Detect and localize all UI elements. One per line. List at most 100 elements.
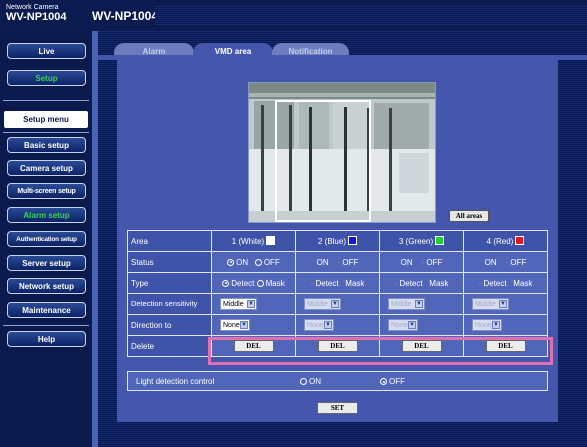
row-label-type: Type [127, 272, 212, 294]
row-label-delete: Delete [127, 335, 212, 357]
area-header-4: 4 (Red) [463, 230, 548, 252]
all-areas-button[interactable]: All areas [449, 210, 489, 222]
type-area-1: Detect Mask [211, 272, 296, 294]
area-3-color-swatch [435, 236, 445, 245]
type-detect-label: Detect [231, 278, 255, 288]
direction-area-4: None ▼ [463, 314, 548, 336]
status-off-label: · [421, 257, 425, 267]
direction-area-2: None ▼ [295, 314, 380, 336]
sensitivity-area-1: Middle ▼ [211, 293, 296, 315]
live-button[interactable]: Live [7, 43, 86, 59]
type-1-detect-radio[interactable] [222, 279, 230, 287]
sidebar-item-authentication-setup[interactable]: Authentication setup [7, 231, 86, 247]
light-on-label: ON [309, 377, 321, 386]
sidebar-item-camera-setup[interactable]: Camera setup [7, 160, 86, 176]
status-off-label: OFF [426, 257, 443, 267]
table-row-direction: Direction to None ▼ None ▼ None ▼ None ▼ [127, 314, 548, 336]
status-off-label: · [337, 257, 341, 267]
direction-1-select[interactable]: None ▼ [220, 319, 250, 331]
sidebar-item-basic-setup[interactable]: Basic setup [7, 137, 86, 153]
page-title: WV-NP1004 [92, 9, 159, 23]
type-detect-label: Detect [399, 278, 423, 288]
sensitivity-1-select[interactable]: Middle ▼ [220, 298, 257, 310]
direction-value: None [391, 321, 408, 329]
type-area-2: · Detect Mask [295, 272, 380, 294]
direction-3-select: None ▼ [388, 319, 418, 331]
direction-value: None [475, 321, 492, 329]
sidebar-item-maintenance[interactable]: Maintenance [7, 302, 86, 318]
light-off-option[interactable]: OFF [380, 377, 405, 386]
header-decoration [155, 6, 587, 26]
sensitivity-area-3: Middle ▼ [379, 293, 464, 315]
app-root: Network Camera WV-NP1004 WV-NP1004 Live … [0, 0, 587, 447]
sensitivity-area-2: Middle ▼ [295, 293, 380, 315]
status-on-label: ON [484, 257, 497, 267]
table-row-area: Area 1 (White) 2 (Blue) 3 (Green) 4 (Red… [127, 230, 548, 252]
direction-4-select: None ▼ [472, 319, 502, 331]
area-4-label: 4 (Red) [486, 237, 514, 246]
light-detection-row: Light detection control ON OFF [127, 371, 548, 391]
direction-value: None [307, 321, 324, 329]
area-4-color-swatch [515, 236, 525, 245]
area-1-label: 1 (White) [231, 237, 265, 246]
row-label-direction: Direction to [127, 314, 212, 336]
type-mask-label: Mask [513, 278, 533, 288]
type-detect-label: Detect [315, 278, 339, 288]
status-area-3: ON · OFF [379, 251, 464, 273]
sidebar-item-multi-screen-setup[interactable]: Multi-screen setup [7, 183, 86, 199]
vmd-area-1-box[interactable] [275, 100, 371, 222]
area-2-color-swatch [348, 236, 357, 245]
divider [3, 325, 89, 326]
status-off-label: · [505, 257, 509, 267]
status-1-off-radio[interactable] [254, 258, 262, 266]
chevron-down-icon: ▼ [331, 300, 339, 308]
type-mask-label: Mask [265, 278, 285, 288]
light-on-radio[interactable] [300, 378, 307, 385]
type-area-3: · Detect Mask [379, 272, 464, 294]
sensitivity-value: Middle [307, 300, 328, 308]
direction-area-1: None ▼ [211, 314, 296, 336]
status-off-label: OFF [342, 257, 359, 267]
product-logo-model: WV-NP1004 [6, 11, 67, 23]
type-detect-label: Detect [483, 278, 507, 288]
table-row-sensitivity: Detection sensitivity Middle ▼ Middle ▼ Mi… [127, 293, 548, 315]
light-off-radio[interactable] [380, 378, 387, 385]
light-detection-label: Light detection control [136, 377, 215, 386]
sensitivity-value: Middle [223, 300, 244, 308]
chevron-down-icon: ▼ [499, 300, 507, 308]
sensitivity-2-select: Middle ▼ [304, 298, 341, 310]
sidebar-item-alarm-setup[interactable]: Alarm setup [7, 207, 86, 223]
setup-button[interactable]: Setup [7, 70, 86, 86]
status-on-label: ON [236, 257, 249, 267]
direction-area-3: None ▼ [379, 314, 464, 336]
status-area-2: ON · OFF [295, 251, 380, 273]
sensitivity-3-select: Middle ▼ [388, 298, 425, 310]
area-header-3: 3 (Green) [379, 230, 464, 252]
divider [3, 100, 89, 101]
sidebar-item-server-setup[interactable]: Server setup [7, 255, 86, 271]
row-label-area: Area [127, 230, 212, 252]
sensitivity-value: Middle [475, 300, 496, 308]
area-1-color-swatch [266, 236, 276, 245]
status-on-label: ON [400, 257, 413, 267]
chevron-down-icon: ▼ [408, 321, 416, 329]
status-1-on-radio[interactable] [227, 258, 235, 266]
set-button[interactable]: SET [317, 402, 358, 414]
status-area-1: ON OFF [211, 251, 296, 273]
chevron-down-icon: ▼ [247, 300, 255, 308]
chevron-down-icon: ▼ [240, 321, 248, 329]
light-on-option[interactable]: ON [300, 377, 321, 386]
status-area-4: ON · OFF [463, 251, 548, 273]
area-header-2: 2 (Blue) [295, 230, 380, 252]
divider [3, 132, 89, 133]
sidebar-item-network-setup[interactable]: Network setup [7, 278, 86, 294]
area-header-1: 1 (White) [211, 230, 296, 252]
sensitivity-value: Middle [391, 300, 412, 308]
type-1-mask-radio[interactable] [256, 279, 264, 287]
status-off-label: OFF [510, 257, 527, 267]
table-row-type: Type Detect Mask · Detect Mask · Detect … [127, 272, 548, 294]
help-button[interactable]: Help [7, 331, 86, 347]
area-3-label: 3 (Green) [398, 237, 434, 246]
status-on-label: ON [316, 257, 329, 267]
chevron-down-icon: ▼ [324, 321, 332, 329]
